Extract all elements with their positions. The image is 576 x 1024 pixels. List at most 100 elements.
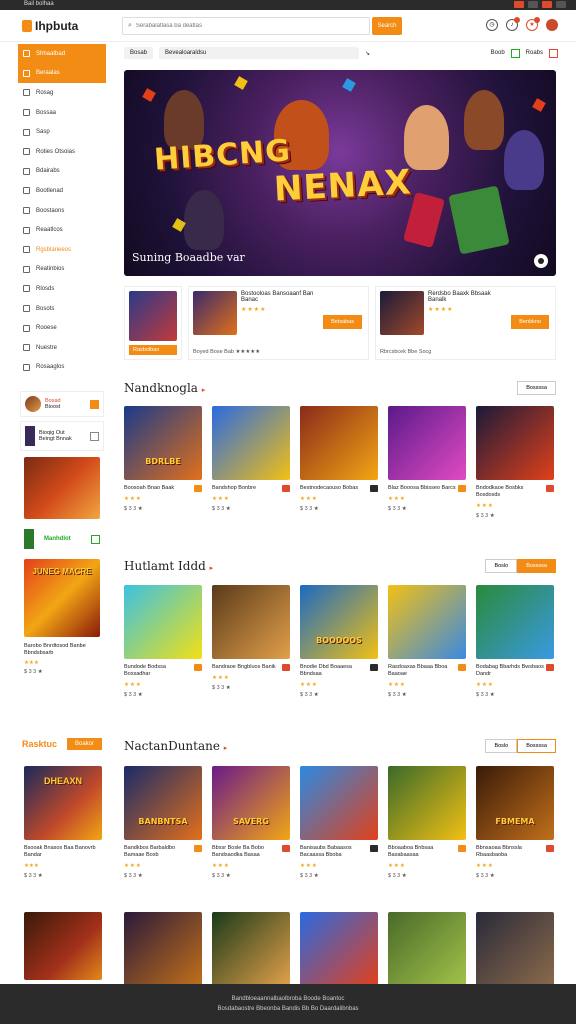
section-2-button-2[interactable]: Bossssa	[517, 559, 556, 573]
section-3-button-2[interactable]: Bossssa	[517, 739, 556, 753]
game-card[interactable]: SAVERG Bbxsr Bosle Ba Bobo Bandsaodka Bas…	[212, 766, 290, 879]
hero-play-icon[interactable]	[534, 254, 548, 268]
featured-card-1-button[interactable]: Betsabas	[323, 315, 362, 329]
hero-cube-1	[142, 88, 156, 102]
hero-banner[interactable]: HIBCNG NENAX Suning Boaadbe var	[124, 70, 556, 276]
window-badge-2[interactable]	[528, 1, 538, 8]
sidebar-item[interactable]: Rlosds	[18, 279, 106, 299]
search-button[interactable]: Search	[372, 17, 402, 35]
game-card-title-text: Bndodkaoe Bosbks Bosdosds	[476, 485, 524, 498]
game-card[interactable]: BOODOOS Bnodie Dbd Boaaesa Bbndsaa ★★★ $ 3 …	[300, 585, 378, 698]
logo[interactable]: Ihpbuta	[22, 19, 78, 33]
sidebar-item[interactable]: Sasp	[18, 122, 106, 142]
search-input[interactable]	[135, 23, 364, 29]
game-card-stars: ★★★	[388, 863, 406, 869]
sidebar-game-card[interactable]: Bioqig Out Beingt Bnnak	[20, 421, 104, 452]
sidebar-game-image[interactable]: JUNEG MACRE	[24, 559, 100, 638]
sidebar-item[interactable]: Roties Otsoias	[18, 142, 106, 162]
featured-card-2-button[interactable]: Benbkno	[511, 315, 549, 329]
sidebar-item[interactable]: Rosag	[18, 83, 106, 103]
subnav-square-icon-2[interactable]	[549, 48, 558, 58]
window-badge-4[interactable]	[556, 1, 566, 8]
sidebar-item[interactable]: Bosots	[18, 299, 106, 319]
subnav-square-icon[interactable]	[510, 48, 520, 58]
game-card-title: Rasdoaxas Bbaaa Bboa Baaoae	[388, 664, 466, 678]
cart-icon[interactable]: ★	[526, 17, 540, 31]
game-card[interactable]	[212, 912, 290, 986]
game-card[interactable]: Banisaubs Babaasos Bacaassa Bboba ★★★ $ 3 …	[300, 766, 378, 879]
game-card-title: Bodabag Bbarhds Bwsbaos Dandr	[476, 664, 554, 678]
subnav-right-a[interactable]: Boob	[491, 50, 505, 56]
sidebar-item-label: Bossaa	[36, 109, 57, 116]
subnav-filter[interactable]: Bosab	[124, 47, 154, 59]
sidebar-bottom-image-2[interactable]	[24, 912, 102, 980]
featured-card-2[interactable]: Rerdsbo Baaxk Bbsaak Banalk ★★★★ Benbkno…	[375, 286, 556, 360]
sidebar-item-label: Boostaons	[36, 207, 65, 214]
game-card-price: $ 3 3 ★	[124, 873, 143, 879]
game-card-stars: ★★★	[476, 503, 494, 509]
game-card-price: $ 3 3 ★	[212, 506, 231, 512]
window-badge-3[interactable]	[542, 1, 552, 8]
profile-badge-icon[interactable]	[90, 399, 99, 409]
sidebar-item[interactable]: Beraalas	[18, 63, 106, 84]
subnav-arrow-icon[interactable]: ↘	[365, 50, 370, 57]
game-card-thumb	[25, 426, 35, 447]
game-card-action-icon[interactable]	[90, 431, 99, 441]
subnav-right-b[interactable]: Roabs	[526, 50, 543, 56]
game-card[interactable]: Bodabag Bbarhds Bwsbaos Dandr ★★★ $ 3 3 ★	[476, 585, 554, 698]
sidebar-item[interactable]: Bossaa	[18, 103, 106, 123]
game-card[interactable]: FBMEMA Bbnsaoaa Bbnssla Rbaasbaoba ★★★ $ 3 …	[476, 766, 554, 879]
label-toggle-icon[interactable]	[91, 534, 100, 544]
game-card[interactable]	[388, 912, 466, 986]
sidebar-item[interactable]: Reaatlcos	[18, 220, 106, 240]
sidebar-item[interactable]: Rooese	[18, 318, 106, 338]
sidebar-profile-card[interactable]: Bosad Bioost	[20, 391, 104, 418]
game-card[interactable]	[300, 912, 378, 986]
notifications-icon[interactable]: ♪	[506, 17, 520, 31]
sidebar-item[interactable]: Rosaaglos	[18, 358, 106, 378]
game-card-image	[212, 585, 290, 659]
section-3-button-1[interactable]: Boslo	[485, 739, 518, 753]
section-1-button-1[interactable]: Bossssa	[517, 381, 556, 395]
sidebar-item-label: Beraalas	[36, 70, 60, 77]
game-card[interactable]	[476, 912, 554, 986]
user-avatar[interactable]	[546, 19, 558, 31]
featured-card-1[interactable]: Bostooloas Bansoaanf Ban Banac ★★★★ Bets…	[188, 286, 369, 360]
window-badge-1[interactable]	[514, 1, 524, 8]
sidebar-game-caption: JUNEG MACRE	[32, 567, 92, 577]
sidebar-item[interactable]: Bdairabs	[18, 162, 106, 182]
game-card-caption: BANBNTSA	[138, 817, 188, 826]
game-card-stars: ★★★	[388, 682, 406, 688]
game-card[interactable]: Rasdoaxas Bbaaa Bboa Baaoae ★★★ $ 3 3 ★	[388, 585, 466, 698]
game-card[interactable]: Bundode Bodssa Boxsadhar ★★★ $ 3 3 ★	[124, 585, 202, 698]
subnav-search[interactable]: Bevealoaraldsu	[159, 47, 360, 59]
main-content: Bosab Bevealoaraldsu ↘ Boob Roabs HIBCNG…	[118, 44, 558, 986]
clock-icon[interactable]: ◷	[486, 19, 498, 31]
sidebar-banner-image[interactable]	[24, 457, 100, 520]
game-card[interactable]: Bndodkaoe Bosbks Bosdosds ★★★ $ 3 3 ★	[476, 406, 554, 519]
game-card-price: $ 3 3 ★	[300, 506, 319, 512]
sidebar-item[interactable]: Boostaons	[18, 201, 106, 221]
game-card[interactable]: Bestnodecaouso Bobas ★★★ $ 3 3 ★	[300, 406, 378, 519]
game-card[interactable]: BANBNTSA Bandkbos Barbaldbo Bamaae Boxb ★★…	[124, 766, 202, 879]
game-card[interactable]	[124, 912, 202, 986]
game-card-tag-icon	[370, 845, 378, 852]
hero-figure-3	[404, 105, 449, 170]
game-card[interactable]: Bboaaboa Bnbsaa Basabaasaa ★★★ $ 3 3 ★	[388, 766, 466, 879]
section-head-3: NactanDuntane ▸ Boslo Bossssa	[124, 738, 556, 754]
sidebar-item[interactable]: Bootlenad	[18, 181, 106, 201]
sidebar-item[interactable]: Nuestre	[18, 338, 106, 358]
sidebar-item[interactable]: Rgsblarieeos	[18, 240, 106, 260]
game-card[interactable]: BDRLBE Boosoah Bnao Baak ★★★ $ 3 3 ★	[124, 406, 202, 519]
sidebar-item[interactable]: Shhaatbad	[18, 44, 106, 64]
featured-first[interactable]: Rasbolbao	[124, 286, 182, 360]
game-card[interactable]: Blaz Booosa Bbisseo Barcs ★★★ $ 3 3 ★	[388, 406, 466, 519]
game-card[interactable]: Bandshop Bonbre ★★★ $ 3 3 ★	[212, 406, 290, 519]
menu-item-icon	[23, 148, 30, 156]
sidebar-bottom-card[interactable]: DHEAXN Bsooak Bnasos Baa Banovrb Bandar …	[24, 766, 102, 879]
game-card[interactable]: Bandraoe Bngbluos Banik ★★★ $ 3 3 ★	[212, 585, 290, 698]
game-card-price: $ 3 3 ★	[476, 692, 495, 698]
promo-button[interactable]: Boakor	[66, 738, 102, 750]
sidebar-item[interactable]: Reatinbios	[18, 260, 106, 280]
section-2-button-1[interactable]: Boslo	[485, 559, 518, 573]
